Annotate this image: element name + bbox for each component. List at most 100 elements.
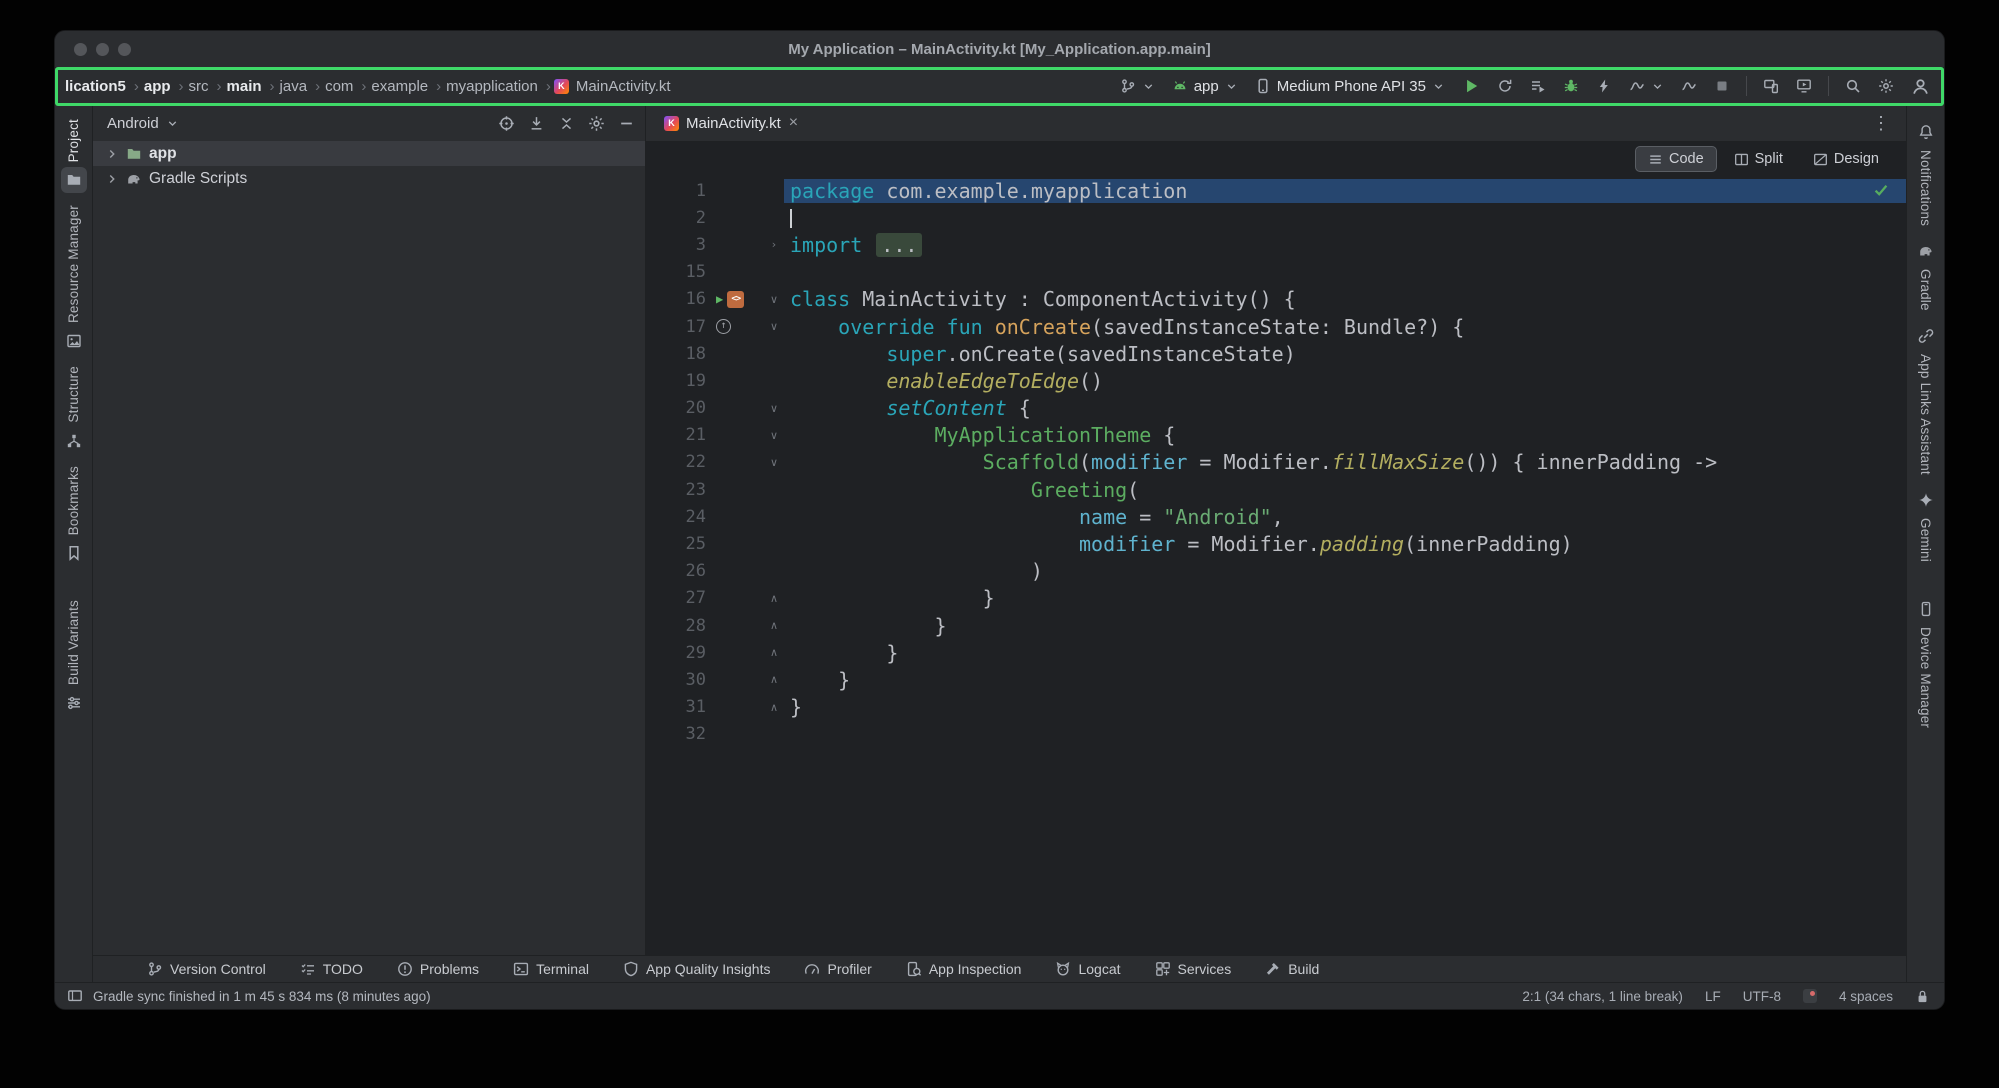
code-text[interactable]: modifier = Modifier.padding(innerPadding… (784, 532, 1906, 556)
select-opened-file-icon[interactable] (498, 115, 515, 132)
line-number[interactable]: 15 (660, 262, 706, 282)
line-number[interactable]: 31 (660, 697, 706, 717)
tool-window-button[interactable]: Services (1151, 959, 1236, 979)
profiler-button[interactable] (1625, 75, 1668, 97)
tool-window-button[interactable]: App Inspection (902, 959, 1026, 979)
breadcrumb-item[interactable]: K lication5 › (63, 77, 140, 96)
fold-marker-icon[interactable]: ∨ (764, 456, 784, 469)
tool-stripe-button[interactable]: Build Variants (61, 594, 87, 722)
tool-window-button[interactable]: TODO (296, 959, 367, 979)
fold-marker-icon[interactable]: ∨ (764, 293, 784, 306)
code-editor[interactable]: 1 package com.example.myapplication 2 (646, 176, 1906, 955)
code-text[interactable]: class MainActivity : ComponentActivity()… (784, 287, 1906, 311)
expand-all-icon[interactable] (528, 115, 545, 132)
code-text[interactable]: override fun onCreate(savedInstanceState… (784, 315, 1906, 339)
code-text[interactable]: Scaffold(modifier = Modifier.fillMaxSize… (784, 450, 1906, 474)
code-text[interactable]: } (784, 614, 1906, 638)
code-text[interactable]: super.onCreate(savedInstanceState) (784, 342, 1906, 366)
code-text[interactable]: import ... (784, 233, 1906, 257)
hide-panel-icon[interactable] (618, 115, 635, 132)
code-text[interactable]: setContent { (784, 396, 1906, 420)
minimize-window-button[interactable] (96, 43, 109, 56)
breadcrumb-item[interactable]: K MainActivity.kt › (554, 77, 673, 96)
tool-stripe-button[interactable]: Gemini (1913, 481, 1939, 568)
fold-marker-icon[interactable]: ∨ (764, 402, 784, 415)
line-number[interactable]: 24 (660, 507, 706, 527)
project-tree-item[interactable]: app (93, 141, 645, 166)
running-devices-button[interactable] (1792, 75, 1816, 97)
line-separator[interactable]: LF (1705, 989, 1721, 1004)
chevron-right-icon[interactable] (105, 172, 119, 186)
chevron-right-icon[interactable] (105, 147, 119, 161)
run-button[interactable] (1458, 74, 1484, 98)
tool-stripe-button[interactable]: App Links Assistant (1913, 317, 1939, 481)
code-text[interactable]: MyApplicationTheme { (784, 423, 1906, 447)
line-number[interactable]: 3 (660, 235, 706, 255)
search-everywhere-button[interactable] (1841, 75, 1865, 97)
apply-code-changes-button[interactable] (1526, 75, 1550, 97)
breadcrumb-item[interactable]: K java › (278, 77, 322, 96)
zoom-window-button[interactable] (118, 43, 131, 56)
debug-button[interactable] (1559, 75, 1583, 97)
caret-position[interactable]: 2:1 (34 chars, 1 line break) (1522, 989, 1683, 1004)
editor-tab[interactable]: K MainActivity.kt × (654, 105, 809, 141)
fold-marker-icon[interactable]: ∨ (764, 429, 784, 442)
collapse-all-icon[interactable] (558, 115, 575, 132)
apply-changes-button[interactable] (1493, 75, 1517, 97)
close-tab-icon[interactable]: × (788, 115, 799, 131)
code-text[interactable]: } (784, 695, 1906, 719)
code-text[interactable]: } (784, 586, 1906, 610)
code-text[interactable]: package com.example.myapplication (784, 179, 1906, 203)
line-number[interactable]: 17 (660, 317, 706, 337)
tab-options-kebab-icon[interactable]: ⋮ (1868, 113, 1894, 134)
tool-window-button[interactable]: Terminal (509, 959, 593, 979)
line-number[interactable]: 26 (660, 561, 706, 581)
tool-stripe-button[interactable]: Gradle (1913, 232, 1939, 317)
breadcrumb-item[interactable]: K main › (225, 77, 276, 96)
line-number[interactable]: 1 (660, 181, 706, 201)
tool-window-button[interactable]: Profiler (800, 959, 875, 979)
view-mode-button[interactable]: Design (1800, 146, 1892, 172)
line-number[interactable]: 32 (660, 724, 706, 744)
line-number[interactable]: 25 (660, 534, 706, 554)
line-number[interactable]: 27 (660, 588, 706, 608)
inspection-status-icon[interactable] (1872, 181, 1890, 199)
line-number[interactable]: 28 (660, 616, 706, 636)
settings-button[interactable] (1874, 75, 1898, 97)
line-number[interactable]: 22 (660, 452, 706, 472)
stop-button[interactable] (1710, 75, 1734, 97)
code-text[interactable]: enableEdgeToEdge() (784, 369, 1906, 393)
fold-marker-icon[interactable]: ∧ (764, 592, 784, 605)
tool-window-button[interactable]: Build (1261, 959, 1323, 979)
tool-stripe-button[interactable]: Notifications (1913, 113, 1939, 232)
tool-window-button[interactable]: Version Control (143, 959, 270, 979)
line-number[interactable]: 23 (660, 480, 706, 500)
view-mode-button[interactable]: Code (1635, 146, 1717, 172)
line-number[interactable]: 16 (660, 289, 706, 309)
fold-marker-icon[interactable]: ∧ (764, 646, 784, 659)
status-indicator-icon[interactable] (1803, 989, 1817, 1003)
run-configuration-select[interactable]: app (1168, 75, 1242, 98)
line-number[interactable]: 20 (660, 398, 706, 418)
tool-window-button[interactable]: App Quality Insights (619, 959, 775, 979)
fold-marker-icon[interactable]: ∨ (764, 320, 784, 333)
breadcrumb-item[interactable]: K app › (142, 77, 185, 96)
tool-stripe-button[interactable]: Structure (61, 360, 87, 460)
lock-icon[interactable] (1915, 989, 1930, 1004)
breadcrumb-item[interactable]: K com › (323, 77, 367, 96)
code-text[interactable]: name = "Android", (784, 505, 1906, 529)
device-select[interactable]: Medium Phone API 35 (1251, 75, 1449, 98)
profile-button[interactable] (1907, 74, 1934, 99)
line-number[interactable]: 29 (660, 643, 706, 663)
breadcrumb-item[interactable]: K src › (187, 77, 223, 96)
tool-window-button[interactable]: Problems (393, 959, 483, 979)
file-encoding[interactable]: UTF-8 (1743, 989, 1781, 1004)
code-text[interactable]: Greeting( (784, 478, 1906, 502)
attach-debugger-button[interactable] (1592, 75, 1616, 97)
indent-style[interactable]: 4 spaces (1839, 989, 1893, 1004)
code-text[interactable] (784, 206, 1906, 230)
profiler-low-overhead-button[interactable] (1677, 75, 1701, 97)
breadcrumb-item[interactable]: K myapplication › (444, 77, 552, 96)
tool-stripe-button[interactable]: Device Manager (1913, 590, 1939, 734)
code-text[interactable]: } (784, 668, 1906, 692)
